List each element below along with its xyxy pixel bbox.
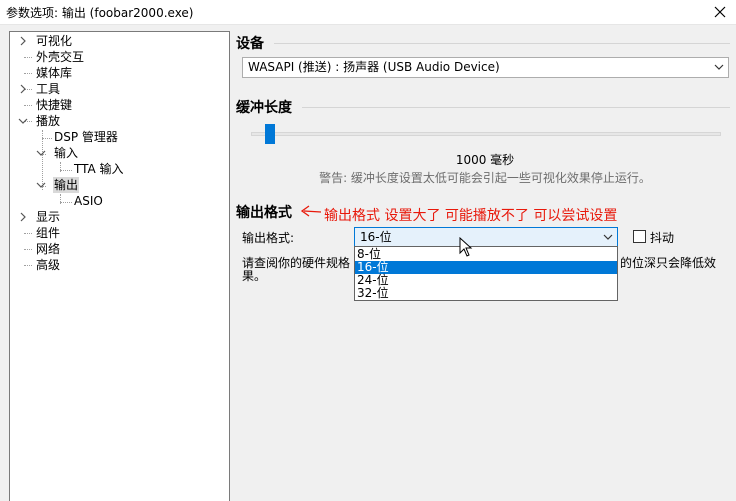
- buffer-group-title: 缓冲长度: [236, 100, 292, 116]
- tree-item-label: 高级: [36, 258, 61, 272]
- tree-item-label: 快捷键: [36, 98, 73, 112]
- tree-item-label: 播放: [36, 114, 61, 128]
- chevron-down-icon: [714, 64, 724, 70]
- help-text-line2: 果。: [242, 269, 267, 283]
- tree-guide-line: [60, 170, 72, 171]
- chevron-right-icon[interactable]: [18, 84, 28, 94]
- chevron-down-icon[interactable]: [18, 116, 28, 126]
- tree-item-label: 外壳交互: [36, 50, 85, 64]
- preferences-tree[interactable]: 可视化 外壳交互 媒体库 工具 快捷键 播放 DSP 管理器 输入 TTA 输入…: [9, 31, 230, 501]
- device-select-value: WASAPI (推送) : 扬声器 (USB Audio Device): [248, 60, 500, 74]
- tree-item-label: 输入: [54, 146, 79, 160]
- tree-item-label: DSP 管理器: [54, 130, 118, 144]
- device-select[interactable]: WASAPI (推送) : 扬声器 (USB Audio Device): [242, 57, 729, 78]
- group-divider: [302, 107, 730, 108]
- device-group-title: 设备: [236, 36, 264, 52]
- chevron-down-icon[interactable]: [36, 148, 46, 158]
- tree-item-label: 工具: [36, 82, 61, 96]
- tree-item-label: TTA 输入: [74, 162, 124, 176]
- tree-guide-line: [24, 105, 32, 106]
- buffer-slider-thumb[interactable]: [265, 124, 275, 144]
- group-divider: [274, 43, 730, 44]
- dither-checkbox[interactable]: [633, 230, 646, 243]
- tree-guide-line: [24, 233, 32, 234]
- dither-label: 抖动: [650, 231, 675, 245]
- tree-guide-line: [42, 138, 52, 139]
- tree-guide-line: [24, 57, 32, 58]
- tree-item-label: 输出: [53, 177, 80, 193]
- tree-guide-line: [60, 202, 72, 203]
- output-format-label: 输出格式:: [242, 231, 295, 245]
- tree-item-label: 组件: [36, 226, 61, 240]
- tree-guide-line: [24, 265, 32, 266]
- title-bar: 参数选项: 输出 (foobar2000.exe): [0, 0, 736, 25]
- chevron-down-icon: [603, 234, 613, 240]
- window-title: 参数选项: 输出 (foobar2000.exe): [6, 6, 194, 20]
- output-format-select[interactable]: 16-位: [354, 227, 618, 248]
- tree-item-label: 显示: [36, 210, 61, 224]
- help-text-right: 的位深只会降低效: [620, 256, 717, 270]
- buffer-slider-track[interactable]: [251, 132, 721, 136]
- close-icon[interactable]: [710, 2, 730, 22]
- buffer-value-label: 1000 毫秒: [455, 153, 515, 167]
- tree-item-label: 可视化: [36, 34, 73, 48]
- buffer-warning: 警告: 缓冲长度设置太低可能会引起一些可视化效果停止运行。: [319, 171, 651, 185]
- chevron-right-icon[interactable]: [18, 36, 28, 46]
- arrow-left-icon: [300, 205, 322, 217]
- option-24-bit[interactable]: 24-位: [355, 274, 617, 287]
- tree-item-label: ASIO: [74, 194, 103, 208]
- chevron-down-icon[interactable]: [36, 180, 46, 190]
- tree-item-label: 媒体库: [36, 66, 73, 80]
- output-format-group-title: 输出格式: [236, 205, 292, 221]
- tree-guide-line: [24, 73, 32, 74]
- option-16-bit[interactable]: 16-位: [355, 261, 617, 274]
- output-format-select-value: 16-位: [360, 230, 392, 244]
- chevron-right-icon[interactable]: [18, 212, 28, 222]
- output-format-options-list[interactable]: 8-位 16-位 24-位 32-位: [354, 246, 618, 301]
- mouse-cursor-icon: [459, 237, 473, 257]
- option-32-bit[interactable]: 32-位: [355, 287, 617, 300]
- annotation-text: 输出格式 设置大了 可能播放不了 可以尝试设置: [324, 208, 618, 224]
- tree-item-label: 网络: [36, 242, 61, 256]
- tree-guide-line: [24, 249, 32, 250]
- option-8-bit[interactable]: 8-位: [355, 248, 617, 261]
